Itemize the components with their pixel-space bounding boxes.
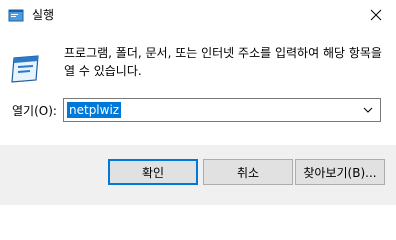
close-button[interactable]	[356, 0, 396, 30]
chevron-down-icon	[363, 107, 373, 113]
browse-button[interactable]: 찾아보기(B)...	[295, 159, 385, 185]
open-combobox[interactable]: netplwiz	[63, 98, 381, 122]
cancel-button[interactable]: 취소	[203, 159, 293, 185]
dialog-body: 프로그램, 폴더, 문서, 또는 인터넷 주소를 입력하여 해당 항목을 열 수…	[0, 30, 396, 145]
run-dialog: 실행 프로그램, 폴더, 문서, 또는 인터넷 주소를 입력하여 해당 항목을 …	[0, 0, 396, 205]
open-label: 열기(O):	[12, 104, 57, 118]
button-bar: 확인 취소 찾아보기(B)...	[0, 145, 396, 205]
ok-button[interactable]: 확인	[108, 159, 198, 185]
open-input[interactable]: netplwiz	[67, 102, 122, 118]
close-icon	[370, 9, 382, 21]
dropdown-button[interactable]	[362, 105, 374, 115]
window-title: 실행	[32, 8, 55, 22]
run-program-icon	[11, 55, 39, 83]
run-icon	[8, 9, 24, 22]
title-bar: 실행	[0, 0, 396, 30]
dialog-description: 프로그램, 폴더, 문서, 또는 인터넷 주소를 입력하여 해당 항목을 열 수…	[64, 46, 382, 78]
